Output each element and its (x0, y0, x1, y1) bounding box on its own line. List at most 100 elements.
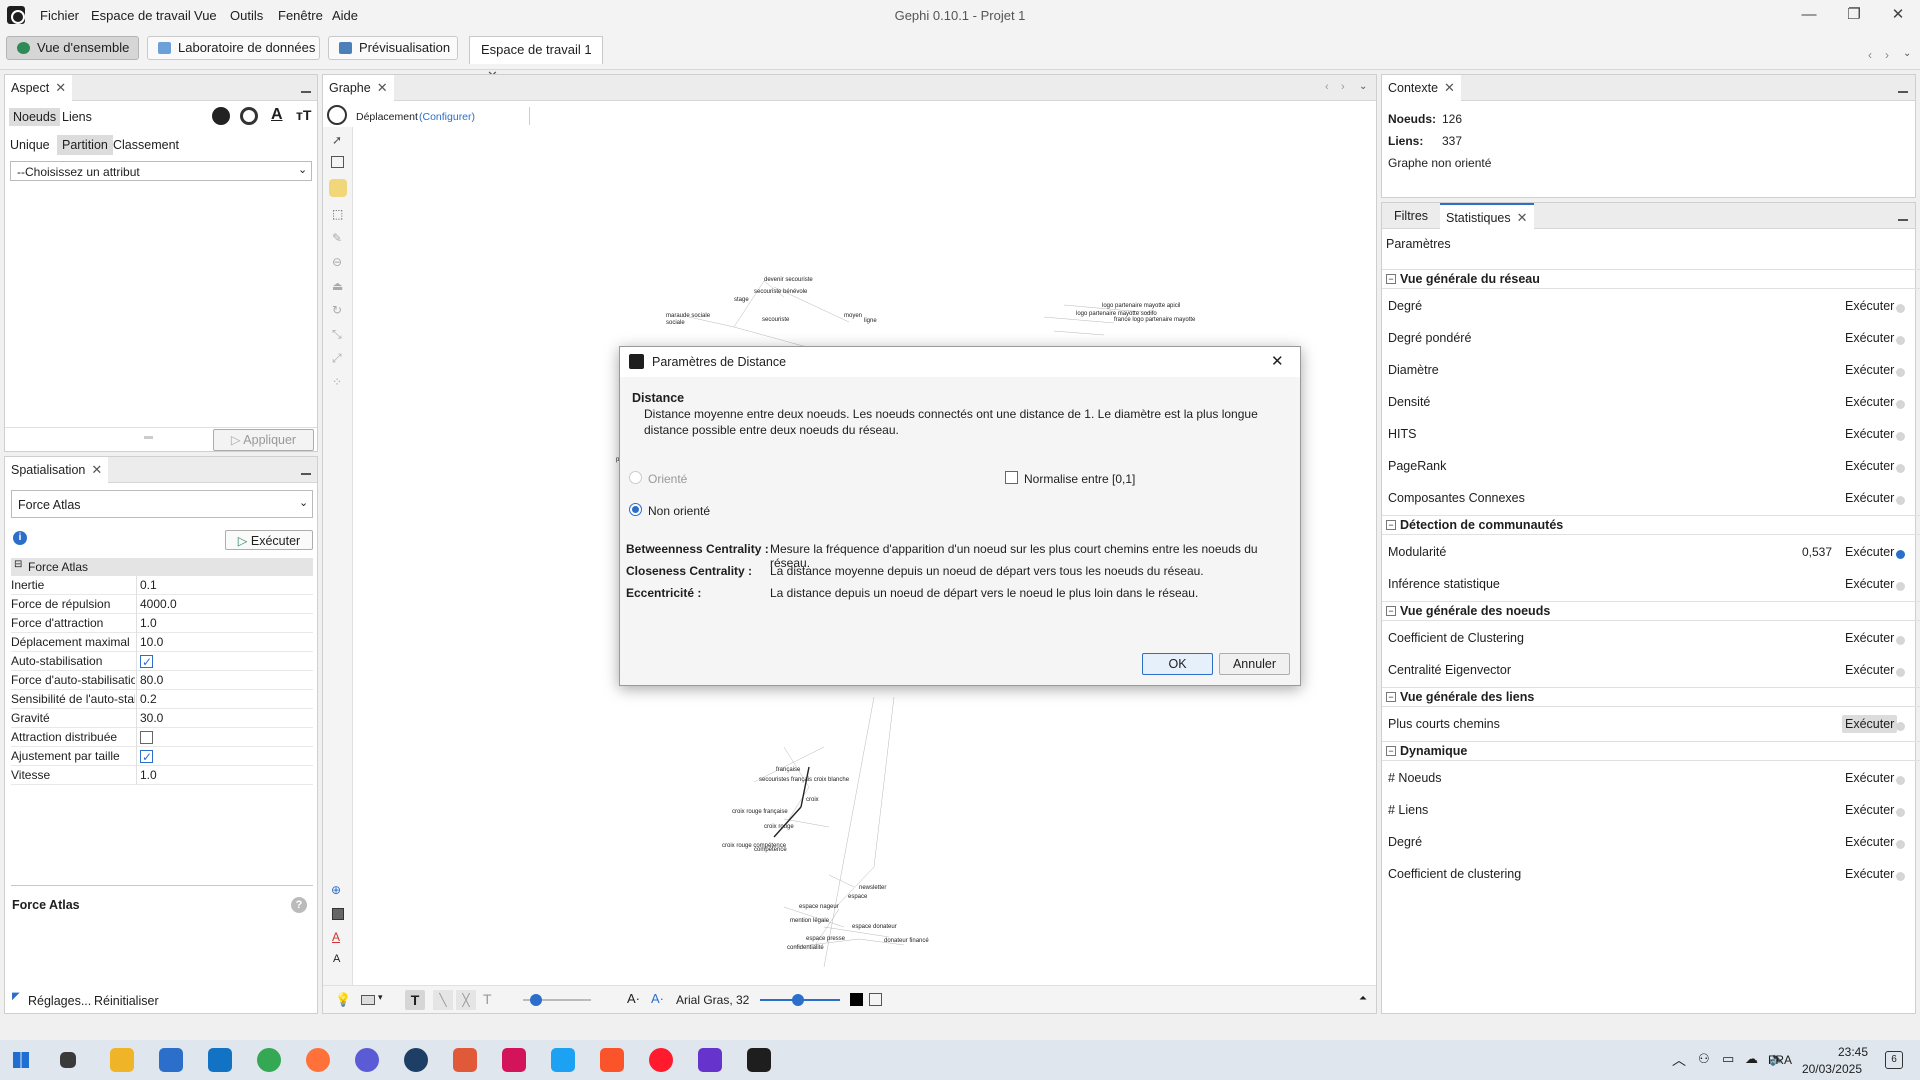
label-color-icon[interactable]: A (332, 930, 340, 944)
brave-icon[interactable] (600, 1048, 624, 1072)
opera-icon[interactable] (649, 1048, 673, 1072)
graph-node-label[interactable]: stage (734, 297, 749, 303)
preview-button[interactable]: Prévisualisation (328, 36, 458, 60)
label-size-slider-thumb[interactable] (530, 994, 542, 1006)
chevron-right-icon[interactable]: › (1341, 81, 1345, 93)
run-statistic-button[interactable]: Exécuter (1842, 661, 1897, 679)
info-icon[interactable] (1896, 496, 1905, 505)
chevron-right-icon[interactable]: › (1885, 48, 1889, 62)
layout-algorithm-select[interactable]: Force Atlas ⌄ (11, 490, 313, 518)
undirected-radio[interactable] (629, 503, 642, 516)
shortest-path-icon[interactable]: ⊖ (332, 255, 342, 269)
statistics-section-header[interactable]: − Vue générale des noeuds (1382, 601, 1920, 621)
layout-property-checkbox[interactable] (140, 653, 153, 672)
tab-edges[interactable]: Liens (62, 110, 92, 124)
text-size-icon[interactable]: T (483, 991, 492, 1007)
run-statistic-button[interactable]: Exécuter (1842, 457, 1897, 475)
file-explorer-icon[interactable] (110, 1048, 134, 1072)
layout-property-value[interactable]: 1.0 (140, 614, 157, 633)
drag-hand-icon[interactable] (329, 179, 347, 197)
close-icon[interactable]: ✕ (91, 462, 102, 477)
run-statistic-button[interactable]: Exécuter (1842, 833, 1897, 851)
label-color-icon[interactable]: A (271, 106, 283, 124)
paint-icon[interactable] (453, 1048, 477, 1072)
graph-node-label[interactable]: devenir secouriste (764, 277, 813, 283)
graph-node-label[interactable]: secouriste bénévole (754, 289, 807, 295)
graph-node-label[interactable]: donateur financé (884, 938, 929, 944)
clock-date[interactable]: 20/03/2025 (1800, 1062, 1862, 1076)
layout-property-checkbox[interactable] (140, 731, 153, 744)
info-icon[interactable] (1896, 872, 1905, 881)
font-increase-icon[interactable]: A· (651, 991, 664, 1006)
run-statistic-button[interactable]: Exécuter (1842, 329, 1897, 347)
edge-visibility-icon[interactable]: ╲ (433, 990, 453, 1010)
zoom-fit-icon[interactable]: ⊕ (331, 883, 341, 897)
run-statistic-button[interactable]: Exécuter (1842, 801, 1897, 819)
cancel-button[interactable]: Annuler (1219, 653, 1290, 675)
close-dialog-icon[interactable]: ✕ (1271, 352, 1284, 370)
select-arrow-icon[interactable]: ➚ (332, 133, 342, 147)
run-statistic-button[interactable]: Exécuter (1842, 769, 1897, 787)
close-icon[interactable]: ✕ (1444, 80, 1455, 95)
tab-statistics[interactable]: Statistiques ✕ (1440, 203, 1534, 229)
store-icon[interactable] (159, 1048, 183, 1072)
size-icon[interactable] (240, 107, 258, 125)
overview-button[interactable]: Vue d'ensemble (6, 36, 139, 60)
layout-tab[interactable]: Spatialisation ✕ (5, 457, 109, 483)
graph-node-label[interactable]: sociale (666, 320, 685, 326)
info-icon[interactable] (1896, 368, 1905, 377)
firefox-icon[interactable] (306, 1048, 330, 1072)
app-icon[interactable] (404, 1048, 428, 1072)
bluetooth-icon[interactable]: ⚇ (1698, 1051, 1710, 1067)
chrome-icon[interactable] (257, 1048, 281, 1072)
graph-node-label[interactable]: logo partenaire mayotte apicil (1102, 303, 1180, 309)
layout-property-value[interactable]: 30.0 (140, 709, 163, 728)
paperplane-icon[interactable] (551, 1048, 575, 1072)
graph-node-label[interactable]: compétence (754, 847, 787, 853)
battery-icon[interactable]: ▭ (1722, 1051, 1734, 1067)
outlook-icon[interactable] (208, 1048, 232, 1072)
graph-node-label[interactable]: france logo partenaire mayotte (1114, 317, 1195, 323)
browser-icon[interactable] (355, 1048, 379, 1072)
layout-property-value[interactable]: 80.0 (140, 671, 163, 690)
graph-node-label[interactable]: secouriste (762, 317, 789, 323)
font-decrease-icon[interactable]: A· (627, 991, 640, 1006)
settings-link[interactable]: Réglages... (28, 994, 91, 1008)
statistics-section-header[interactable]: − Détection de communautés (1382, 515, 1920, 535)
info-icon[interactable] (1896, 464, 1905, 473)
graph-node-label[interactable]: croix (806, 797, 819, 803)
mode-unique[interactable]: Unique (10, 138, 50, 152)
run-statistic-button[interactable]: Exécuter (1842, 543, 1897, 561)
run-statistic-button[interactable]: Exécuter (1842, 489, 1897, 507)
info-icon[interactable] (1896, 722, 1905, 731)
figma-icon[interactable] (502, 1048, 526, 1072)
add-edge-icon[interactable]: ⤡ (332, 327, 342, 342)
expand-toolbar-icon[interactable]: ⏶ (1359, 993, 1367, 1004)
clock-time[interactable]: 23:45 (1838, 1045, 1868, 1059)
label-size-icon[interactable]: тT (296, 107, 311, 123)
heatmap-icon[interactable]: ⁘ (332, 375, 342, 389)
run-statistic-button[interactable]: Exécuter (1842, 297, 1897, 315)
run-statistic-button[interactable]: Exécuter (1842, 575, 1897, 593)
language-indicator[interactable]: FRA (1768, 1053, 1792, 1067)
info-icon[interactable] (1896, 668, 1905, 677)
statistics-section-header[interactable]: − Vue générale du réseau (1382, 269, 1920, 289)
graph-node-label[interactable]: espace donateur (852, 924, 897, 930)
rectangle-select-icon[interactable] (331, 156, 344, 168)
close-window-icon[interactable]: ✕ (1884, 4, 1912, 26)
edge-color-icon[interactable]: ╳ (456, 990, 476, 1010)
label-size-icon[interactable]: A (333, 953, 340, 965)
chevron-left-icon[interactable]: ‹ (1325, 81, 1329, 93)
font-label[interactable]: Arial Gras, 32 (676, 993, 749, 1007)
info-icon[interactable] (1896, 636, 1905, 645)
reset-link[interactable]: Réinitialiser (94, 994, 159, 1008)
run-statistic-button[interactable]: Exécuter (1842, 715, 1898, 733)
gephi-taskbar-icon[interactable] (747, 1048, 771, 1072)
mode-ranking[interactable]: Classement (113, 138, 179, 152)
statistics-section-header[interactable]: − Vue générale des liens (1382, 687, 1920, 707)
run-statistic-button[interactable]: Exécuter (1842, 425, 1897, 443)
layout-property-value[interactable]: 0.1 (140, 576, 157, 595)
apply-button[interactable]: ▷ Appliquer (213, 429, 314, 451)
help-icon[interactable]: ? (291, 897, 307, 913)
background-color-icon[interactable] (332, 908, 344, 920)
